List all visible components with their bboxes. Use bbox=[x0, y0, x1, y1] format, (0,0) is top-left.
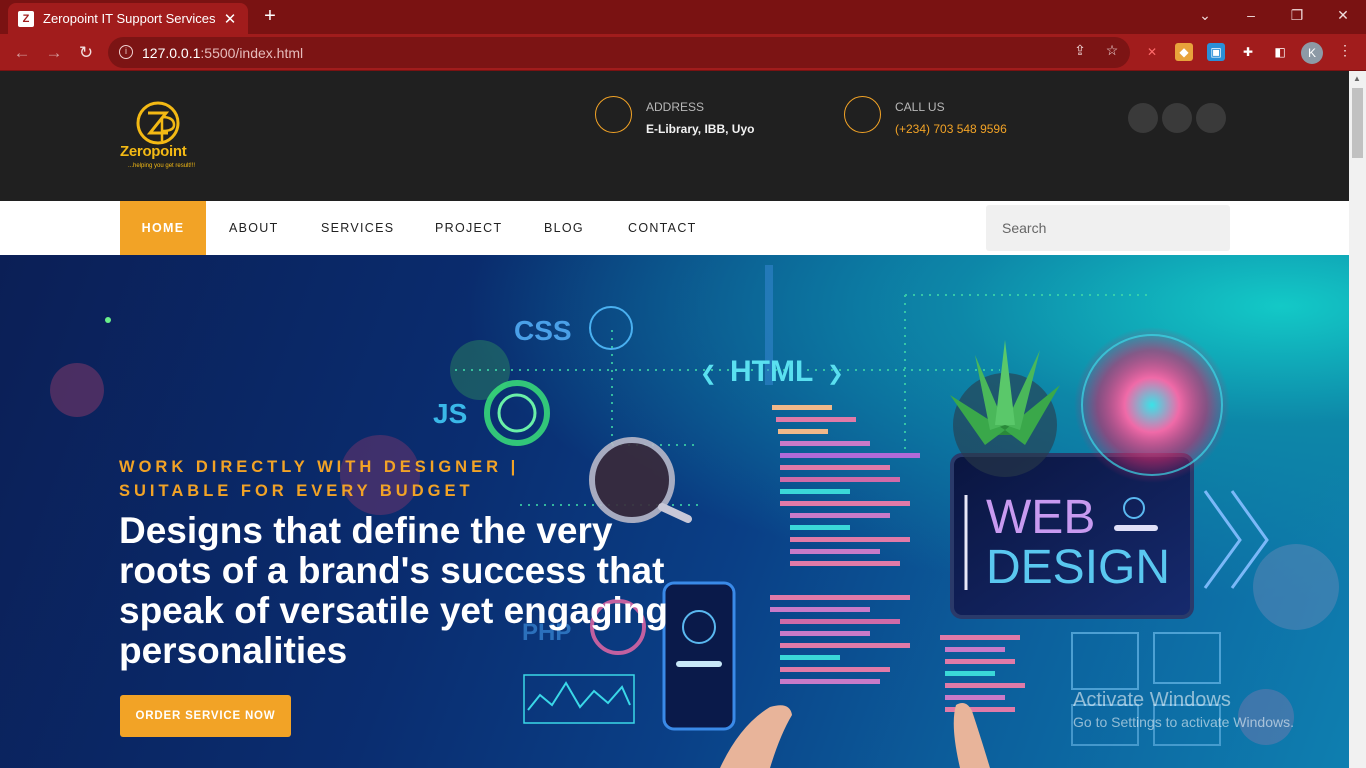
nav-contact[interactable]: CONTACT bbox=[628, 201, 697, 255]
art-web-label: WEB bbox=[986, 491, 1095, 544]
url-path: :5500/index.html bbox=[200, 44, 304, 61]
site-favicon-icon: Z bbox=[18, 10, 34, 27]
side-panel-icon[interactable]: ◧ bbox=[1271, 43, 1289, 61]
share-icon[interactable]: ⇪ bbox=[1072, 42, 1088, 58]
extension-x-icon[interactable]: ✕ bbox=[1143, 43, 1161, 61]
art-html-label: HTML bbox=[730, 355, 813, 388]
call-block: CALL US (+234) 703 548 9596 bbox=[844, 96, 1064, 136]
phone-icon bbox=[844, 96, 881, 133]
hero-banner: CSS ❮ HTML ❯ JS PHP WEB DESIGN WORK DIRE… bbox=[0, 255, 1349, 768]
forward-arrow-icon[interactable]: → bbox=[41, 40, 67, 66]
bookmark-star-icon[interactable]: ☆ bbox=[1104, 42, 1120, 58]
scroll-up-arrow-icon[interactable]: ▲ bbox=[1353, 74, 1361, 83]
activation-line-2: Go to Settings to activate Windows. bbox=[1073, 714, 1294, 730]
nav-services[interactable]: SERVICES bbox=[321, 201, 394, 255]
hero-title: Designs that define the very roots of a … bbox=[119, 510, 669, 671]
site-logo[interactable]: Zeropoint ...helping you get result!!! bbox=[118, 101, 228, 175]
location-icon bbox=[595, 96, 632, 133]
nav-about[interactable]: ABOUT bbox=[229, 201, 279, 255]
close-window-button[interactable]: ✕ bbox=[1320, 0, 1366, 30]
windows-activation-watermark: Activate Windows Go to Settings to activ… bbox=[1073, 689, 1294, 730]
extension-screenshot-icon[interactable]: ▣ bbox=[1207, 43, 1225, 61]
minimize-button[interactable]: – bbox=[1228, 0, 1274, 30]
web-page: Zeropoint ...helping you get result!!! A… bbox=[0, 71, 1349, 768]
social-facebook-icon[interactable] bbox=[1128, 103, 1158, 133]
logo-tagline: ...helping you get result!!! bbox=[128, 163, 196, 169]
page-scrollbar[interactable]: ▲ bbox=[1349, 71, 1366, 768]
art-css-label: CSS bbox=[514, 315, 572, 346]
browser-tab[interactable]: Z Zeropoint IT Support Services ✕ bbox=[8, 3, 248, 34]
call-value[interactable]: (+234) 703 548 9596 bbox=[895, 122, 1007, 136]
url-host: 127.0.0.1 bbox=[142, 44, 201, 61]
call-label: CALL US bbox=[895, 100, 945, 114]
browser-toolbar: ← → ↻ i 127.0.0.1:5500/index.html ⇪ ☆ ✕ … bbox=[0, 34, 1366, 71]
extension-color-icon[interactable]: ◆ bbox=[1175, 43, 1193, 61]
nav-blog[interactable]: BLOG bbox=[544, 201, 584, 255]
restore-button[interactable]: ❐ bbox=[1274, 0, 1320, 30]
search-input[interactable] bbox=[986, 205, 1230, 251]
menu-kebab-icon[interactable]: ⋮ bbox=[1337, 42, 1353, 58]
order-service-button[interactable]: ORDER SERVICE NOW bbox=[120, 695, 291, 737]
back-arrow-icon[interactable]: ← bbox=[9, 40, 35, 66]
new-tab-button[interactable]: + bbox=[258, 5, 282, 29]
social-instagram-icon[interactable] bbox=[1196, 103, 1226, 133]
tab-title: Zeropoint IT Support Services bbox=[43, 11, 216, 26]
main-nav: HOME ABOUT SERVICES PROJECT BLOG CONTACT bbox=[0, 201, 1349, 255]
top-header: Zeropoint ...helping you get result!!! A… bbox=[0, 71, 1349, 201]
social-twitter-icon[interactable] bbox=[1162, 103, 1192, 133]
address-value: E-Library, IBB, Uyo bbox=[646, 122, 755, 136]
tab-close-icon[interactable]: ✕ bbox=[222, 10, 238, 28]
tab-search-icon[interactable]: ⌄ bbox=[1182, 0, 1228, 30]
art-design-label: DESIGN bbox=[986, 541, 1170, 594]
address-block: ADDRESS E-Library, IBB, Uyo bbox=[595, 96, 815, 136]
profile-avatar[interactable]: K bbox=[1301, 42, 1323, 64]
svg-text:❮: ❮ bbox=[700, 363, 717, 385]
scrollbar-thumb[interactable] bbox=[1352, 88, 1363, 158]
browser-tab-strip: Z Zeropoint IT Support Services ✕ + ⌄ – … bbox=[0, 0, 1366, 34]
address-bar[interactable]: i 127.0.0.1:5500/index.html bbox=[108, 37, 1130, 68]
nav-home[interactable]: HOME bbox=[120, 201, 206, 255]
logo-wordmark: Zeropoint bbox=[120, 143, 187, 160]
reload-icon[interactable]: ↻ bbox=[73, 40, 99, 66]
address-label: ADDRESS bbox=[646, 100, 705, 114]
activation-line-1: Activate Windows bbox=[1073, 689, 1231, 711]
nav-project[interactable]: PROJECT bbox=[435, 201, 502, 255]
hero-subtitle: WORK DIRECTLY WITH DESIGNER | SUITABLE F… bbox=[119, 458, 520, 500]
svg-text:❯: ❯ bbox=[827, 363, 844, 385]
site-info-icon[interactable]: i bbox=[119, 45, 133, 59]
art-js-label: JS bbox=[433, 398, 467, 429]
extensions-puzzle-icon[interactable]: ✚ bbox=[1239, 43, 1257, 61]
